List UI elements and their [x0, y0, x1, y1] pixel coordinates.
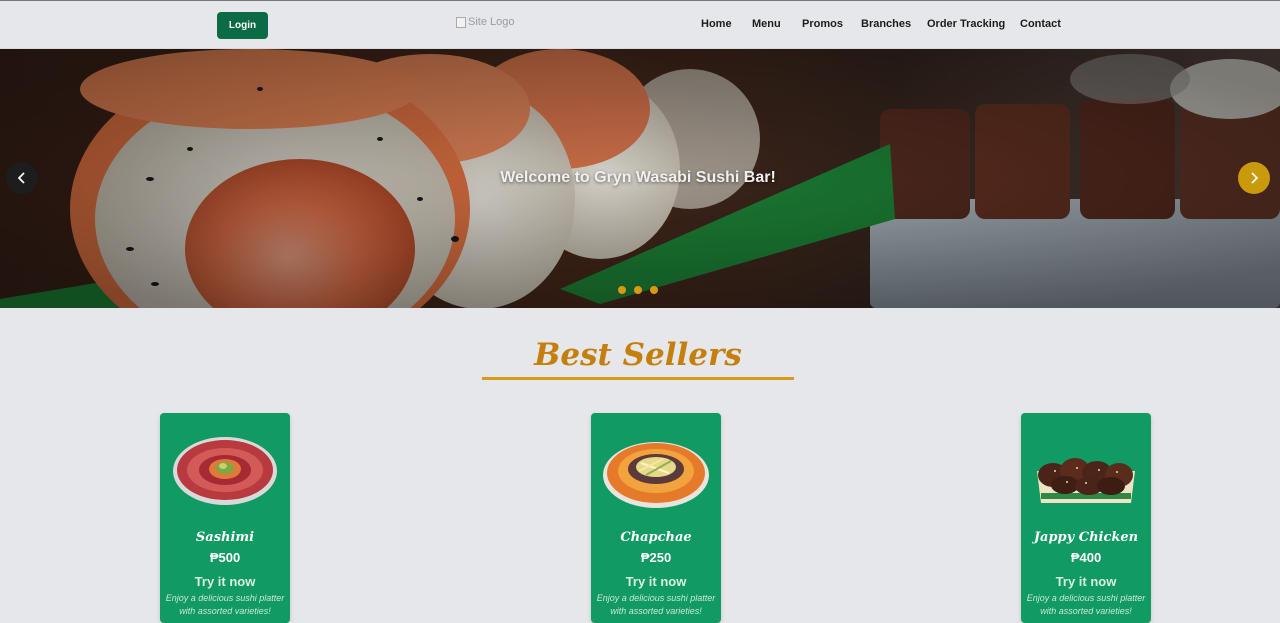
try-it-now-link[interactable]: Try it now — [591, 574, 721, 589]
carousel-indicator-1[interactable] — [618, 286, 626, 294]
carousel-next-button[interactable] — [1238, 162, 1270, 194]
product-card-jappy-chicken[interactable]: Jappy Chicken ₱400 Try it now Enjoy a de… — [1021, 413, 1151, 623]
carousel-indicators — [618, 286, 658, 294]
site-logo-alt-text: Site Logo — [468, 16, 515, 28]
product-description: Enjoy a delicious sushi platter with ass… — [596, 593, 716, 616]
product-description: Enjoy a delicious sushi platter with ass… — [165, 593, 285, 616]
chapchae-image — [603, 442, 709, 508]
chevron-right-icon — [1251, 172, 1259, 184]
nav-contact[interactable]: Contact — [1020, 18, 1061, 30]
product-name: Sashimi — [195, 530, 255, 545]
try-it-now-link[interactable]: Try it now — [1021, 574, 1151, 589]
nav-branches[interactable]: Branches — [861, 18, 911, 30]
product-card-chapchae[interactable]: Chapchae ₱250 Try it now Enjoy a delicio… — [591, 413, 721, 623]
product-name: Chapchae — [620, 530, 692, 545]
product-price: ₱400 — [1070, 550, 1102, 565]
best-sellers-title: Best Sellers — [534, 337, 742, 373]
title-underline — [482, 377, 794, 380]
site-logo[interactable]: Site Logo — [456, 14, 514, 30]
product-price: ₱500 — [209, 550, 241, 565]
product-card-sashimi[interactable]: Sashimi ₱500 Try it now Enjoy a deliciou… — [160, 413, 290, 623]
jappy-chicken-image — [1037, 458, 1135, 503]
carousel-indicator-3[interactable] — [650, 286, 658, 294]
site-header: Login Site Logo Home Menu Promos Branche… — [0, 1, 1280, 49]
carousel-indicator-2[interactable] — [634, 286, 642, 294]
broken-image-icon — [456, 16, 466, 28]
product-price: ₱250 — [640, 550, 672, 565]
sashimi-image — [173, 437, 277, 505]
product-description: Enjoy a delicious sushi platter with ass… — [1026, 593, 1146, 616]
hero-carousel: Welcome to Gryn Wasabi Sushi Bar! — [0, 49, 1280, 308]
nav-home[interactable]: Home — [701, 18, 732, 30]
login-button[interactable]: Login — [217, 12, 268, 39]
nav-promos[interactable]: Promos — [802, 18, 843, 30]
hero-caption: Welcome to Gryn Wasabi Sushi Bar! — [500, 169, 776, 186]
nav-order-tracking[interactable]: Order Tracking — [927, 18, 1005, 30]
try-it-now-link[interactable]: Try it now — [160, 574, 290, 589]
chevron-left-icon — [17, 172, 25, 184]
carousel-prev-button[interactable] — [6, 162, 38, 194]
nav-menu[interactable]: Menu — [752, 18, 781, 30]
product-name: Jappy Chicken — [1033, 530, 1139, 545]
